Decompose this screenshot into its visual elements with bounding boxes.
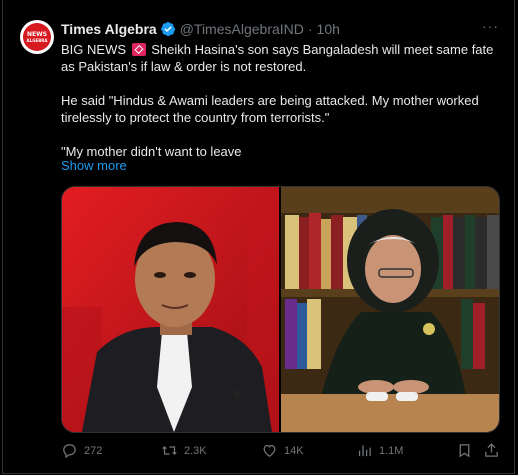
heart-icon [263, 444, 276, 457]
show-more-link[interactable]: Show more [61, 158, 127, 173]
tweet-actions-bar: 272 2.3K 14K 1.1M [61, 442, 501, 462]
siren-emoji-icon [131, 43, 146, 56]
more-options-icon[interactable]: ··· [482, 19, 498, 36]
media-photo-right[interactable] [281, 187, 499, 432]
separator-dot: · [307, 21, 313, 37]
share-button[interactable] [483, 442, 500, 459]
avatar-logo-text: NEWS [26, 31, 48, 38]
tweet-header: Times Algebra @TimesAlgebraIND · 10h [61, 20, 501, 38]
tweet-text: BIG NEWS Sheikh Hasina's son says Bangal… [61, 41, 501, 160]
reply-icon [63, 444, 76, 459]
tweet-paragraph-1: BIG NEWS Sheikh Hasina's son says Bangal… [61, 41, 501, 75]
reply-count: 272 [84, 444, 103, 457]
avatar-logo: NEWS ALGEBRA [23, 23, 51, 51]
views-chart-icon [358, 445, 371, 457]
tweet-paragraph-3: "My mother didn't want to leave [61, 144, 242, 159]
like-count: 14K [284, 444, 304, 457]
avatar-logo-subtext: ALGEBRA [26, 38, 48, 43]
media-photo-left[interactable] [62, 187, 279, 432]
tweet-headline: Sheikh Hasina's son says Bangaladesh wil… [61, 42, 494, 74]
repost-button[interactable]: 2.3K [161, 442, 207, 459]
man-portrait-image [62, 187, 279, 432]
reply-button[interactable]: 272 [61, 442, 102, 459]
bookmark-icon [459, 444, 470, 458]
repost-count: 2.3K [184, 444, 207, 457]
avatar[interactable]: NEWS ALGEBRA [20, 20, 54, 54]
like-button[interactable]: 14K [261, 442, 304, 459]
repost-icon [162, 446, 177, 455]
account-handle[interactable]: @TimesAlgebraIND [180, 21, 304, 37]
tweet-media[interactable] [61, 186, 500, 433]
bookmark-button[interactable] [456, 442, 473, 459]
tweet-paragraph-2: He said "Hindus & Awami leaders are bein… [61, 93, 479, 125]
views-count: 1.1M [379, 444, 404, 457]
woman-portrait-image [281, 187, 499, 432]
tweet-intro: BIG NEWS [61, 42, 127, 57]
views-button[interactable]: 1.1M [356, 442, 403, 459]
share-icon [485, 443, 498, 457]
account-name[interactable]: Times Algebra [61, 21, 157, 37]
verified-badge-icon [160, 22, 175, 37]
post-time[interactable]: 10h [317, 21, 340, 37]
